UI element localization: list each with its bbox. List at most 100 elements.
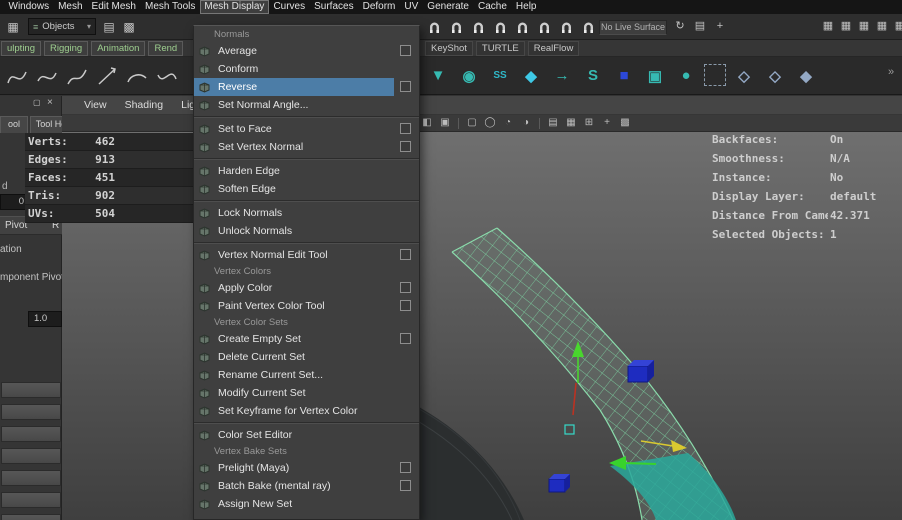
menubar-item-surfaces[interactable]: Surfaces — [310, 0, 358, 14]
menubar-item-curves[interactable]: Curves — [269, 0, 310, 14]
menu-item-lock-normals[interactable]: Lock Normals — [194, 204, 419, 222]
option-box-icon[interactable] — [400, 141, 411, 152]
option-box-icon[interactable] — [400, 81, 411, 92]
menu-item-soften-edge[interactable]: Soften Edge — [194, 180, 419, 198]
option-box-icon[interactable] — [400, 333, 411, 344]
curve-tool-icon[interactable] — [62, 61, 92, 91]
viewport-toolbar-icon[interactable]: ◔ — [501, 116, 515, 130]
menubar-item-edit-mesh[interactable]: Edit Mesh — [87, 0, 140, 14]
snap-magnet-icon[interactable] — [513, 17, 532, 37]
grid-layout-icon[interactable]: ▦ — [820, 18, 836, 35]
menu-item-delete-current-set[interactable]: Delete Current Set — [194, 348, 419, 366]
collapsed-section-bar[interactable] — [1, 470, 61, 486]
toolbar-icon[interactable]: ▩ — [120, 18, 138, 36]
shelf-tab-realflow[interactable]: RealFlow — [528, 41, 580, 56]
viewport-toolbar-icon[interactable]: ◧ — [420, 116, 434, 130]
viewport-toolbar-icon[interactable]: + — [600, 116, 614, 130]
menu-item-vertex-normal-edit-tool[interactable]: Vertex Normal Edit Tool — [194, 246, 419, 264]
shelf-icon[interactable]: ▣ — [642, 61, 668, 90]
dock-icon[interactable]: ▢ — [33, 98, 41, 107]
shelf-tab-keyshot[interactable]: KeyShot — [425, 41, 473, 56]
menu-item-modify-current-set[interactable]: Modify Current Set — [194, 384, 419, 402]
viewport-toolbar-icon[interactable]: ◯ — [483, 116, 497, 130]
collapsed-section-bar[interactable] — [1, 448, 61, 464]
shelf-icon[interactable] — [704, 64, 726, 86]
collapsed-section-bar[interactable] — [1, 514, 61, 520]
toolbar-icon[interactable]: + — [712, 18, 728, 35]
toolbar-icon[interactable]: ↻ — [672, 18, 688, 35]
grid-layout-icon[interactable]: ▦ — [874, 18, 890, 35]
toolbar-icon[interactable]: ▤ — [692, 18, 708, 35]
poly-cube-small[interactable] — [549, 474, 570, 492]
layout-icon[interactable]: ▦ — [4, 18, 22, 36]
menu-item-conform[interactable]: Conform — [194, 60, 419, 78]
collapsed-section-bar[interactable] — [1, 404, 61, 420]
menubar-item-deform[interactable]: Deform — [358, 0, 400, 14]
menubar-item-help[interactable]: Help — [511, 0, 541, 14]
menu-item-create-empty-set[interactable]: Create Empty Set — [194, 330, 419, 348]
shelf-icon[interactable]: ◆ — [793, 61, 819, 90]
menubar-item-mesh[interactable]: Mesh — [54, 0, 87, 14]
grid-layout-icon[interactable]: ▦ — [856, 18, 872, 35]
shelf-tab-animation[interactable]: Animation — [91, 41, 145, 56]
snap-magnet-icon[interactable] — [447, 17, 466, 37]
option-box-icon[interactable] — [400, 282, 411, 293]
collapsed-section-bar[interactable] — [1, 426, 61, 442]
menubar-item-cache[interactable]: Cache — [474, 0, 512, 14]
viewport-toolbar-icon[interactable]: ▣ — [438, 116, 452, 130]
menu-item-set-vertex-normal[interactable]: Set Vertex Normal — [194, 138, 419, 156]
menu-item-color-set-editor[interactable]: Color Set Editor — [194, 426, 419, 444]
value-field[interactable]: 0 — [0, 194, 28, 210]
viewport-toolbar-icon[interactable]: ◑ — [519, 116, 533, 130]
tab-tool[interactable]: ool — [0, 116, 28, 133]
menu-item-rename-current-set[interactable]: Rename Current Set... — [194, 366, 419, 384]
curve-tool-icon[interactable] — [32, 61, 62, 91]
shelf-icon[interactable]: SS — [487, 61, 513, 90]
menu-item-average[interactable]: Average — [194, 42, 419, 60]
menubar-item-uv[interactable]: UV — [400, 0, 423, 14]
menu-item-harden-edge[interactable]: Harden Edge — [194, 162, 419, 180]
shelf-tab-rend[interactable]: Rend — [148, 41, 183, 56]
poly-cube-large[interactable] — [628, 360, 654, 382]
selection-mask-dropdown[interactable]: ≡ Objects ▾ — [28, 18, 96, 35]
option-box-icon[interactable] — [400, 480, 411, 491]
curve-tool-icon[interactable] — [152, 61, 182, 91]
shelf-icon[interactable]: ◇ — [731, 61, 757, 90]
viewport-toolbar-icon[interactable]: ▦ — [564, 116, 578, 130]
collapsed-section-bar[interactable] — [1, 492, 61, 508]
shelf-icon[interactable]: → — [549, 61, 575, 90]
toolbar-icon[interactable]: ▤ — [100, 18, 118, 36]
menu-item-apply-color[interactable]: Apply Color — [194, 279, 419, 297]
live-surface-field[interactable]: No Live Surface — [599, 20, 667, 35]
curve-tool-icon[interactable] — [122, 61, 152, 91]
menubar-item-windows[interactable]: Windows — [4, 0, 54, 14]
snap-magnet-icon[interactable] — [469, 17, 488, 37]
option-box-icon[interactable] — [400, 249, 411, 260]
grid-layout-icon[interactable]: ▦ — [838, 18, 854, 35]
option-box-icon[interactable] — [400, 462, 411, 473]
shelf-icon[interactable]: ◆ — [518, 61, 544, 90]
snap-magnet-icon[interactable] — [579, 17, 598, 37]
option-box-icon[interactable] — [400, 300, 411, 311]
snap-magnet-icon[interactable] — [425, 17, 444, 37]
option-box-icon[interactable] — [400, 123, 411, 134]
menubar-item-mesh-tools[interactable]: Mesh Tools — [141, 0, 200, 14]
menu-item-set-keyframe-for-vertex-color[interactable]: Set Keyframe for Vertex Color — [194, 402, 419, 420]
curve-tool-icon[interactable] — [2, 61, 32, 91]
menu-item-assign-new-set[interactable]: Assign New Set — [194, 495, 419, 513]
collapsed-section-bar[interactable] — [1, 382, 61, 398]
viewport-menu-shading[interactable]: Shading — [116, 99, 173, 111]
menubar-item-generate[interactable]: Generate — [423, 0, 474, 14]
option-box-icon[interactable] — [400, 45, 411, 56]
shelf-icon[interactable]: ◉ — [456, 61, 482, 90]
menu-item-set-to-face[interactable]: Set to Face — [194, 120, 419, 138]
viewport-toolbar-icon[interactable]: ▩ — [618, 116, 632, 130]
viewport-toolbar-icon[interactable]: ▤ — [546, 116, 560, 130]
shelf-tab-turtle[interactable]: TURTLE — [476, 41, 525, 56]
shelf-tab-ulpting[interactable]: ulpting — [1, 41, 41, 56]
menu-item-unlock-normals[interactable]: Unlock Normals — [194, 222, 419, 240]
menu-item-reverse[interactable]: Reverse — [194, 78, 419, 96]
shelf-icon[interactable]: ■ — [611, 61, 637, 90]
menu-item-prelight-maya[interactable]: Prelight (Maya) — [194, 459, 419, 477]
close-icon[interactable]: × — [47, 97, 53, 108]
